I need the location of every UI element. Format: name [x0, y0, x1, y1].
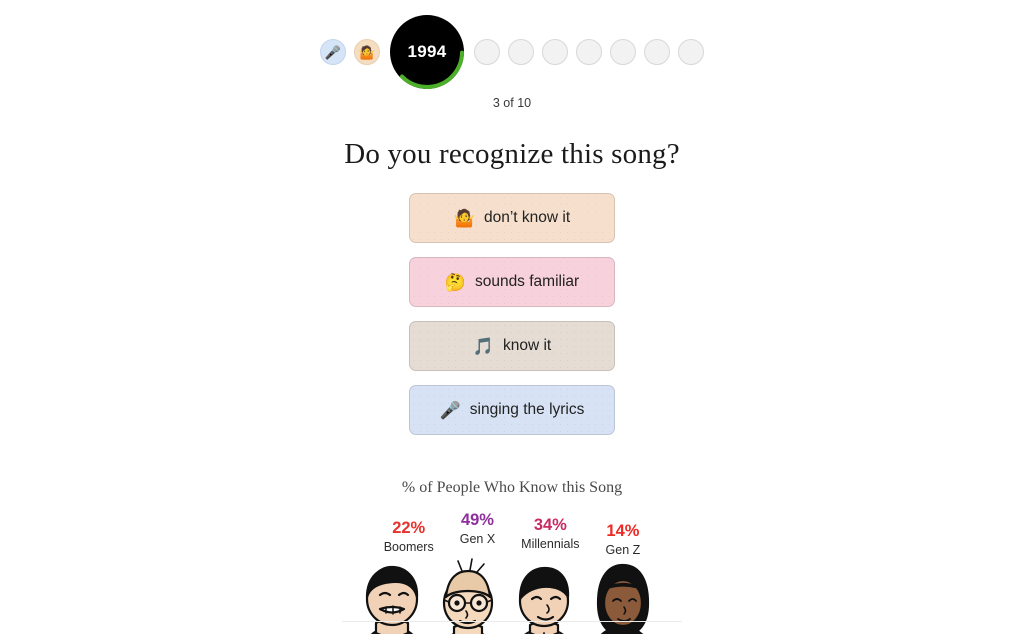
microphone-icon: 🎤 [324, 44, 342, 60]
bottom-divider [342, 621, 682, 622]
boomers-figure [365, 565, 419, 634]
progress-step-7[interactable] [576, 39, 602, 65]
progress-step-6[interactable] [542, 39, 568, 65]
progress-step-2[interactable]: 🤷 [354, 39, 380, 65]
stat-label: Millennials [521, 536, 580, 551]
stat-value: 22% [392, 519, 426, 537]
progress-stepper: 🎤 🤷 1994 [320, 14, 704, 90]
genz-figure [596, 563, 650, 634]
progress-step-10[interactable] [678, 39, 704, 65]
thinking-face-icon: 🤔 [444, 272, 466, 292]
progress-step-8[interactable] [610, 39, 636, 65]
stats-section: % of People Who Know this Song 22% Boome… [384, 479, 641, 557]
stat-gen-x: 49% Gen X [460, 511, 495, 547]
answer-singing-the-lyrics-button[interactable]: 🎤 singing the lyrics [409, 385, 615, 435]
millennials-figure [518, 566, 570, 634]
stat-value: 49% [460, 511, 494, 529]
four-generations-people-illustration [342, 555, 682, 634]
answer-options-group: 🤷 don’t know it 🤔 sounds familiar 🎵 know… [409, 193, 615, 435]
progress-section: 🎤 🤷 1994 3 of 10 [320, 14, 704, 110]
current-year-label: 1994 [407, 42, 447, 61]
stat-gen-z: 14% Gen Z [606, 522, 641, 558]
answer-know-it-button[interactable]: 🎵 know it [409, 321, 615, 371]
progress-step-4[interactable] [474, 39, 500, 65]
progress-step-9[interactable] [644, 39, 670, 65]
stat-label: Gen X [459, 531, 496, 546]
microphone-icon: 🎤 [439, 400, 461, 420]
people-illustration-svg [365, 558, 650, 634]
answer-label: know it [502, 337, 552, 355]
stats-row: 22% Boomers 49% Gen X 34% Millennials 14… [384, 511, 641, 557]
answer-sounds-familiar-button[interactable]: 🤔 sounds familiar [409, 257, 615, 307]
progress-step-1[interactable]: 🎤 [320, 39, 346, 65]
stat-boomers: 22% Boomers [384, 519, 434, 555]
stat-value: 14% [606, 522, 640, 540]
answer-label: singing the lyrics [469, 401, 585, 419]
progress-counter: 3 of 10 [492, 96, 532, 110]
genx-figure [442, 558, 494, 634]
shrug-icon: 🤷 [453, 208, 475, 228]
answer-label: don’t know it [484, 209, 571, 227]
stats-title: % of People Who Know this Song [401, 479, 623, 496]
progress-step-5[interactable] [508, 39, 534, 65]
stat-millennials: 34% Millennials [521, 516, 579, 552]
stat-label: Boomers [383, 539, 434, 554]
answer-dont-know-it-button[interactable]: 🤷 don’t know it [409, 193, 615, 243]
music-note-icon: 🎵 [472, 336, 494, 356]
progress-step-current-year[interactable]: 1994 [390, 15, 464, 89]
page-title: Do you recognize this song? [344, 138, 680, 170]
shrug-icon: 🤷 [358, 44, 376, 60]
stat-value: 34% [533, 516, 567, 534]
answer-label: sounds familiar [474, 273, 580, 291]
